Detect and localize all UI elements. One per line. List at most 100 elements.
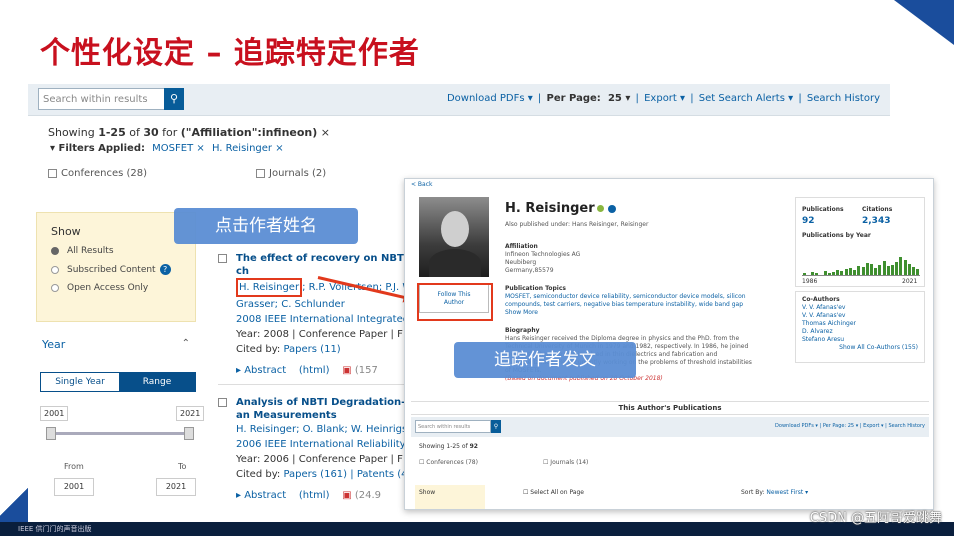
abstract-toggle[interactable]: ▸ Abstract bbox=[236, 365, 286, 376]
download-pdfs-button[interactable]: Download PDFs ▾ bbox=[447, 93, 533, 104]
author-link-reisinger[interactable]: H. Reisinger bbox=[236, 278, 303, 297]
year-bar bbox=[844, 269, 848, 275]
result-checkbox[interactable] bbox=[218, 254, 227, 263]
author-photo bbox=[419, 197, 489, 277]
filter-tag-mosfet[interactable]: MOSFET × bbox=[152, 143, 205, 154]
set-alerts-button[interactable]: Set Search Alerts ▾ bbox=[699, 93, 793, 104]
facet-conferences[interactable]: ☐ Conferences (78) bbox=[419, 459, 478, 466]
search-query: ("Affiliation":infineon) bbox=[180, 126, 318, 139]
publications-count[interactable]: 92 bbox=[802, 216, 815, 226]
toolbar-actions: Download PDFs ▾ | Per Page: 25 ▾ | Expor… bbox=[446, 93, 880, 104]
facet-conferences[interactable]: Conferences (28) bbox=[48, 168, 147, 179]
result-checkbox[interactable] bbox=[218, 398, 227, 407]
facet-journals[interactable]: ☐ Journals (14) bbox=[543, 459, 588, 466]
author-search-input[interactable]: Search within results bbox=[415, 420, 491, 433]
search-history-link[interactable]: Search History bbox=[807, 93, 880, 104]
single-year-tab[interactable]: Single Year bbox=[41, 373, 119, 391]
author-publications-heading: This Author's Publications bbox=[411, 401, 929, 415]
search-icon[interactable]: ⚲ bbox=[491, 420, 501, 433]
follow-highlight bbox=[417, 283, 493, 321]
search-within-input[interactable]: Search within results bbox=[38, 88, 168, 110]
result-title[interactable]: The effect of recovery on NBTI ch bbox=[236, 252, 418, 278]
show-more-link[interactable]: Show More bbox=[505, 309, 755, 317]
year-bar bbox=[836, 270, 840, 275]
radio-subscribed[interactable]: Subscribed Content? bbox=[37, 256, 195, 275]
year-heading[interactable]: Year ⌃ bbox=[36, 328, 196, 351]
result-title[interactable]: Analysis of NBTI Degradation- an Measure… bbox=[236, 396, 418, 422]
back-link[interactable]: < Back bbox=[411, 181, 433, 188]
taskbar-label: IEEE 供门门的声音出版 bbox=[18, 525, 92, 533]
download-pdfs-button[interactable]: Download PDFs ▾ bbox=[775, 423, 818, 429]
sort-select[interactable]: Sort By: Newest First ▾ bbox=[741, 489, 808, 496]
result-cited: Cited by: Papers (11) bbox=[236, 344, 341, 355]
coauthor-link[interactable]: Thomas Aichinger bbox=[802, 320, 918, 328]
show-all-coauthors-link[interactable]: Show All Co-Authors (155) bbox=[802, 344, 918, 352]
result-actions: ▸ Abstract (html) ▣ (24.9 bbox=[236, 490, 382, 501]
pdf-icon[interactable]: ▣ bbox=[342, 365, 351, 376]
coauthor-link[interactable]: V. V. Afanas'ev bbox=[802, 312, 918, 320]
year-bar bbox=[886, 266, 890, 275]
html-link[interactable]: (html) bbox=[299, 490, 330, 501]
export-button[interactable]: Export ▾ bbox=[644, 93, 685, 104]
export-button[interactable]: Export ▾ bbox=[863, 423, 883, 429]
slide-title: 个性化设定 – 追踪特定作者 bbox=[40, 36, 420, 71]
year-bar bbox=[899, 257, 903, 275]
author-stats: Publications Citations 92 2,343 Publicat… bbox=[795, 197, 925, 287]
facet-journals[interactable]: Journals (2) bbox=[256, 168, 326, 179]
coauthor-link[interactable]: Stefano Aresu bbox=[802, 336, 918, 344]
html-link[interactable]: (html) bbox=[299, 365, 330, 376]
year-range-slider[interactable] bbox=[46, 427, 194, 440]
to-year-input[interactable]: 2021 bbox=[156, 478, 196, 496]
year-bar bbox=[815, 273, 819, 275]
filters-applied: ▾ Filters Applied: MOSFET × H. Reisinger… bbox=[50, 143, 284, 154]
year-min-label: 2001 bbox=[40, 406, 69, 421]
search-icon[interactable]: ⚲ bbox=[164, 88, 184, 110]
also-published: Also published under: Hans Reisinger, Re… bbox=[505, 221, 649, 228]
select-all-checkbox[interactable]: ☐ Select All on Page bbox=[523, 489, 584, 496]
result-venue[interactable]: 2006 IEEE International Reliability F bbox=[236, 437, 418, 452]
abstract-toggle[interactable]: ▸ Abstract bbox=[236, 490, 286, 501]
slider-handle-max[interactable] bbox=[184, 427, 194, 440]
search-history-link[interactable]: Search History bbox=[888, 423, 925, 429]
author-results-count: Showing 1-25 of 92 bbox=[419, 443, 478, 450]
results-toolbar: Search within results ⚲ Download PDFs ▾ … bbox=[28, 84, 890, 116]
coauthor-link[interactable]: D. Alvarez bbox=[802, 328, 918, 336]
pdf-icon[interactable]: ▣ bbox=[342, 490, 351, 501]
result-authors[interactable]: H. Reisinger; O. Blank; W. Heinrigs; bbox=[236, 422, 418, 437]
year-bar bbox=[853, 270, 857, 275]
filter-tag-author[interactable]: H. Reisinger × bbox=[212, 143, 284, 154]
citations-count[interactable]: 2,343 bbox=[862, 216, 890, 226]
slide-decoration bbox=[894, 0, 954, 45]
year-bar bbox=[882, 261, 886, 275]
slider-handle-min[interactable] bbox=[46, 427, 56, 440]
watermark: CSDN @五阿哥爱跳舞 bbox=[809, 511, 942, 526]
result-meta: Year: 2008 | Conference Paper | F bbox=[236, 329, 403, 340]
to-label: To bbox=[178, 462, 187, 471]
radio-open-access[interactable]: Open Access Only bbox=[37, 275, 195, 293]
per-page-select[interactable]: Per Page: 25 ▾ bbox=[823, 423, 858, 429]
author-pubs-toolbar: Search within results ⚲ Download PDFs ▾ … bbox=[411, 417, 929, 437]
year-max-label: 2021 bbox=[176, 406, 205, 421]
radio-all-results[interactable]: All Results bbox=[37, 238, 195, 256]
help-icon[interactable]: ? bbox=[159, 264, 171, 275]
year-mode-toggle: Single Year Range bbox=[40, 372, 196, 392]
per-page-label: Per Page: bbox=[546, 93, 601, 104]
callout-follow-author: 追踪作者发文 bbox=[454, 342, 636, 378]
from-year-input[interactable]: 2001 bbox=[54, 478, 94, 496]
range-tab[interactable]: Range bbox=[119, 373, 195, 391]
cited-papers-link[interactable]: Papers (161) bbox=[283, 469, 347, 480]
year-bar bbox=[912, 267, 916, 275]
cited-papers-link[interactable]: Papers (11) bbox=[283, 344, 340, 355]
result-authors-cont[interactable]: Grasser; C. Schlunder bbox=[236, 297, 418, 312]
result-venue[interactable]: 2008 IEEE International Integrated bbox=[236, 312, 418, 327]
per-page-select[interactable]: 25 ▾ bbox=[608, 93, 630, 104]
author-name: H. Reisinger bbox=[505, 201, 616, 216]
coauthor-link[interactable]: V. V. Afanas'ev bbox=[802, 304, 918, 312]
result-divider bbox=[218, 384, 428, 385]
year-filter-panel: Year ⌃ Single Year Range 2001 2021 From T… bbox=[36, 328, 205, 524]
year-bar bbox=[827, 273, 831, 275]
orcid-icon[interactable] bbox=[596, 205, 604, 212]
help-icon[interactable] bbox=[607, 204, 616, 213]
from-label: From bbox=[64, 462, 84, 471]
chevron-up-icon[interactable]: ⌃ bbox=[182, 338, 190, 349]
